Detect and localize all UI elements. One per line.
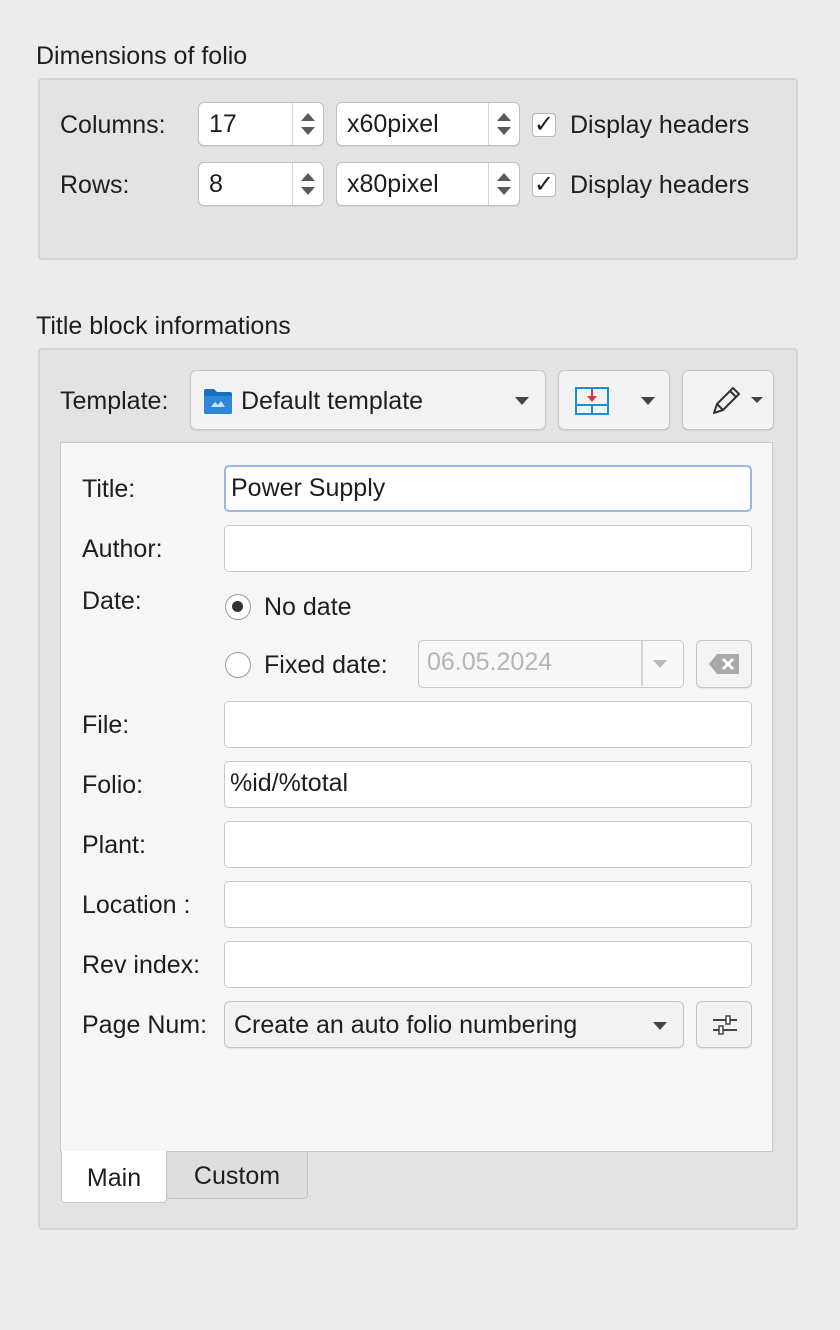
rev-index-input[interactable] [224, 941, 752, 988]
edit-template-button[interactable] [682, 370, 774, 430]
radio-selected-dot [232, 601, 243, 612]
date-label: Date: [82, 587, 142, 615]
stepper-down-icon[interactable] [301, 127, 315, 135]
apply-title-block-icon [575, 387, 609, 415]
fixed-date-radio[interactable] [225, 652, 251, 678]
rows-size-spinbox[interactable]: x80pixel [336, 162, 520, 206]
no-date-label: No date [264, 593, 352, 621]
template-value: Default template [241, 387, 424, 415]
fixed-date-picker: 06.05.2024 [418, 640, 684, 688]
folio-input[interactable]: %id/%total [224, 761, 752, 808]
chevron-down-icon [653, 660, 667, 668]
rows-spinbox[interactable]: 8 [198, 162, 324, 206]
template-select[interactable]: Default template [190, 370, 546, 430]
sliders-icon [713, 1015, 737, 1035]
rev-index-label: Rev index: [82, 951, 201, 979]
columns-display-headers-label: Display headers [570, 111, 750, 139]
title-input[interactable]: Power Supply [224, 465, 752, 512]
stepper-up-icon[interactable] [301, 113, 315, 121]
page-num-label: Page Num: [82, 1011, 208, 1039]
stepper-up-icon[interactable] [497, 113, 511, 121]
chevron-down-icon [653, 1022, 667, 1030]
template-label: Template: [60, 387, 169, 415]
file-label: File: [82, 711, 130, 739]
rows-size-stepper[interactable] [488, 163, 519, 205]
columns-value: 17 [209, 110, 237, 138]
apply-template-button[interactable] [558, 370, 670, 430]
author-input[interactable] [224, 525, 752, 572]
rows-size-value: x80pixel [347, 170, 439, 198]
rows-label: Rows: [60, 171, 130, 199]
file-input[interactable] [224, 701, 752, 748]
title-block-section-title: Title block informations [36, 312, 291, 340]
folio-label: Folio: [82, 771, 144, 799]
plant-input[interactable] [224, 821, 752, 868]
rows-stepper[interactable] [292, 163, 323, 205]
dimensions-section-title: Dimensions of folio [36, 42, 248, 70]
chevron-down-icon [641, 397, 655, 405]
stepper-up-icon[interactable] [497, 173, 511, 181]
location-label: Location : [82, 891, 191, 919]
backspace-clear-icon [709, 654, 739, 674]
rows-display-headers-checkbox[interactable]: ✓ [532, 173, 556, 197]
page-num-value: Create an auto folio numbering [234, 1011, 578, 1039]
chevron-down-icon [515, 397, 529, 405]
tab-main[interactable]: Main [61, 1151, 167, 1203]
date-picker-divider [641, 641, 643, 686]
rows-display-headers-label: Display headers [570, 171, 750, 199]
rows-value: 8 [209, 170, 223, 198]
clear-date-button[interactable] [696, 640, 752, 688]
stepper-down-icon[interactable] [497, 127, 511, 135]
chevron-down-icon [751, 397, 763, 403]
columns-size-value: x60pixel [347, 110, 439, 138]
columns-size-spinbox[interactable]: x60pixel [336, 102, 520, 146]
page-num-settings-button[interactable] [696, 1001, 752, 1048]
tab-custom[interactable]: Custom [166, 1152, 308, 1199]
location-input[interactable] [224, 881, 752, 928]
columns-spinbox[interactable]: 17 [198, 102, 324, 146]
stepper-down-icon[interactable] [301, 187, 315, 195]
columns-display-headers-checkbox[interactable]: ✓ [532, 113, 556, 137]
stepper-up-icon[interactable] [301, 173, 315, 181]
fixed-date-value: 06.05.2024 [427, 648, 553, 676]
title-label: Title: [82, 475, 136, 503]
folder-icon [204, 389, 232, 414]
stepper-down-icon[interactable] [497, 187, 511, 195]
plant-label: Plant: [82, 831, 146, 859]
author-label: Author: [82, 535, 163, 563]
columns-stepper[interactable] [292, 103, 323, 145]
no-date-radio[interactable] [225, 594, 251, 620]
fixed-date-label: Fixed date: [264, 651, 388, 679]
pencil-icon [713, 387, 740, 414]
columns-label: Columns: [60, 111, 166, 139]
columns-size-stepper[interactable] [488, 103, 519, 145]
page-num-select[interactable]: Create an auto folio numbering [224, 1001, 684, 1048]
